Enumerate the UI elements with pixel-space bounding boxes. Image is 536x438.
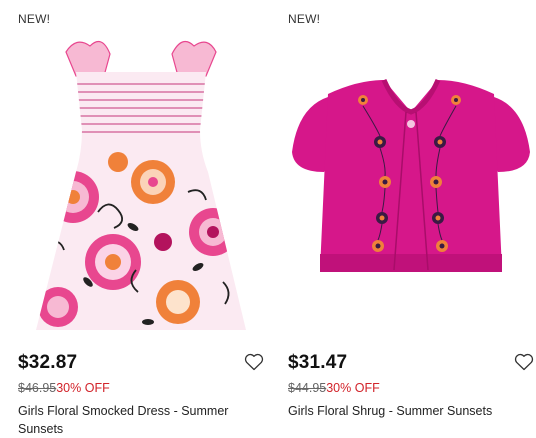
- price-row: $32.87: [18, 352, 264, 376]
- product-image-floral-dress[interactable]: [18, 32, 264, 332]
- pink-cardigan-image: [292, 78, 530, 272]
- floral-dress-image: [36, 40, 246, 330]
- sale-price: $32.87: [18, 352, 78, 373]
- discount-label: 30% OFF: [56, 381, 110, 395]
- original-price: $44.95: [288, 381, 327, 395]
- discount-label: 30% OFF: [326, 381, 380, 395]
- original-price: $46.95: [18, 381, 57, 395]
- product-name[interactable]: Girls Floral Shrug - Summer Sunsets: [288, 402, 528, 420]
- new-badge: NEW!: [288, 12, 321, 26]
- heart-icon[interactable]: [244, 353, 264, 371]
- discount-row: $44.9530% OFF: [288, 381, 380, 395]
- product-card[interactable]: NEW!: [18, 0, 268, 438]
- price-row: $31.47: [288, 352, 534, 376]
- sale-price: $31.47: [288, 352, 348, 373]
- product-image-floral-shrug[interactable]: [288, 32, 534, 332]
- heart-icon[interactable]: [514, 353, 534, 371]
- discount-row: $46.9530% OFF: [18, 381, 110, 395]
- product-name[interactable]: Girls Floral Smocked Dress - Summer Suns…: [18, 402, 258, 438]
- product-card[interactable]: NEW!: [288, 0, 536, 438]
- new-badge: NEW!: [18, 12, 51, 26]
